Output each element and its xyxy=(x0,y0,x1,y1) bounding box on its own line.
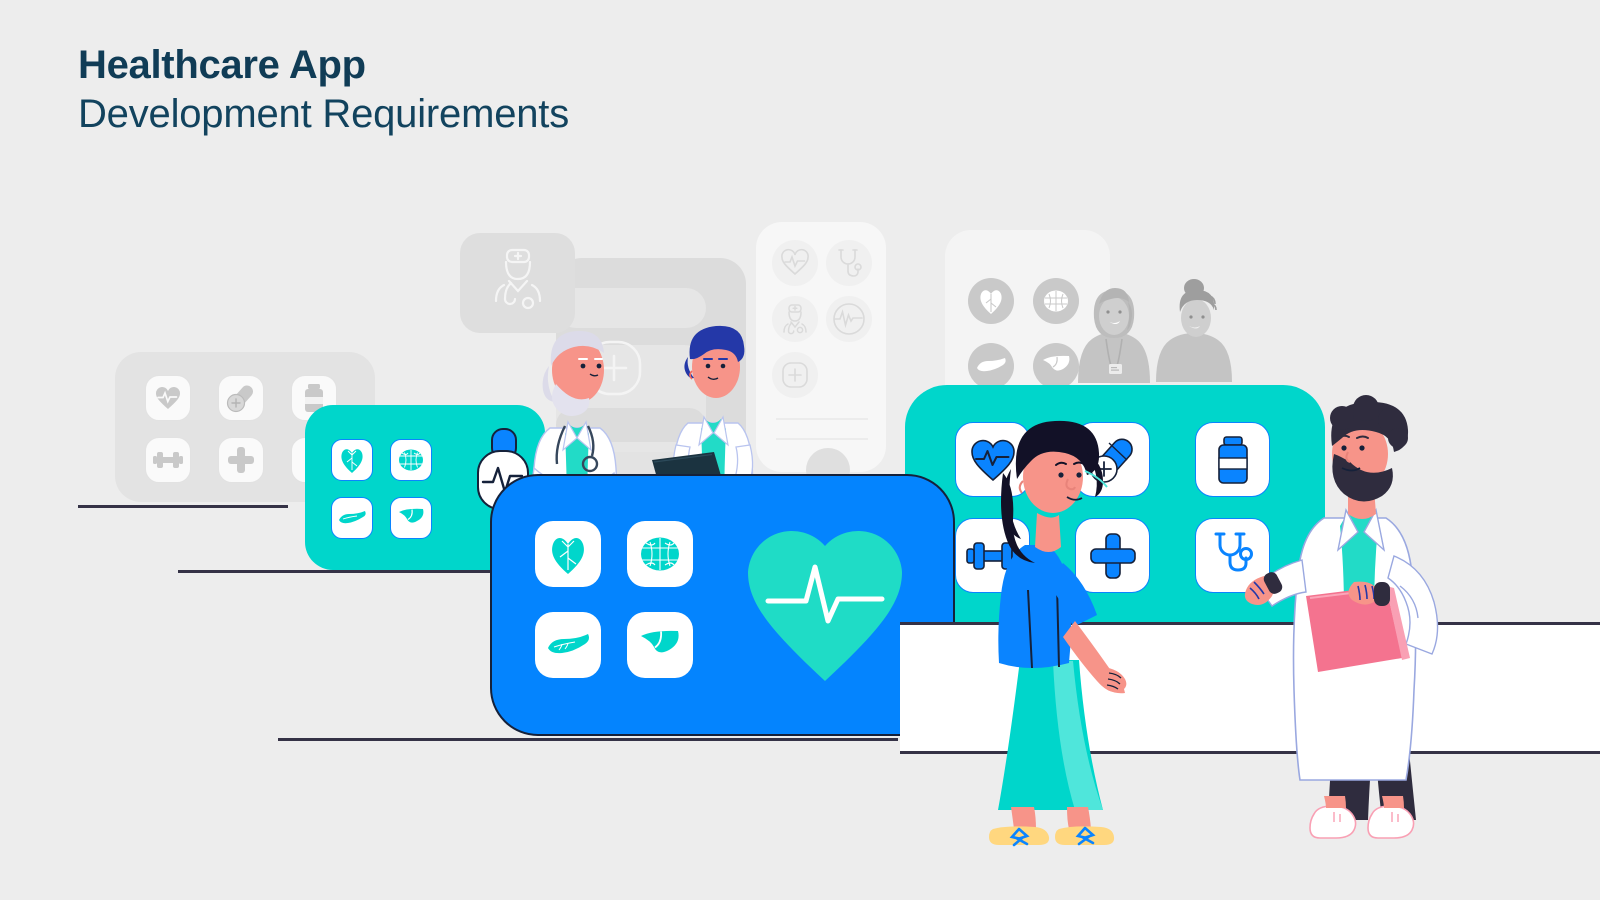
gray-tile-dumbbell xyxy=(145,437,191,483)
pulse-circle-outline-icon xyxy=(826,296,872,342)
stethoscope-outline-icon xyxy=(826,240,872,286)
white-panel-line-1 xyxy=(776,418,868,420)
teal-tile-bottle xyxy=(1195,422,1270,497)
teal-organ-tile-pancreas xyxy=(331,497,373,539)
teal-organ-tile-heart xyxy=(331,439,373,481)
heartbeat-outline-icon xyxy=(772,240,818,286)
gray-tile-heartbeat xyxy=(145,375,191,421)
gray-tile-cross xyxy=(218,437,264,483)
blue-tile-brain xyxy=(627,521,693,587)
blue-tile-heart xyxy=(535,521,601,587)
plus-outline-icon xyxy=(772,352,818,398)
gray-tile-capsule xyxy=(218,375,264,421)
heart-pulse-icon xyxy=(748,530,902,681)
background-nurse xyxy=(1078,288,1150,383)
bearded-doctor xyxy=(1244,395,1439,839)
gray-circ-heart xyxy=(968,278,1014,324)
blue-tile-liver xyxy=(627,612,693,678)
doctor-outline-icon xyxy=(487,245,549,321)
background-person xyxy=(1156,279,1232,382)
blue-tile-pancreas xyxy=(535,612,601,678)
ground-line-3 xyxy=(278,738,898,741)
teal-organ-tile-brain xyxy=(390,439,432,481)
doctor-icon-small xyxy=(772,296,818,342)
illustration-canvas: Healthcare App Development Requirements xyxy=(0,0,1600,900)
title-line-1: Healthcare App xyxy=(78,43,366,87)
gray-circ-pancreas xyxy=(968,343,1014,389)
page-title: Healthcare App Development Requirements xyxy=(78,45,569,139)
patient-woman xyxy=(989,420,1127,847)
teal-organ-tile-liver xyxy=(390,497,432,539)
ground-line-1 xyxy=(78,505,288,508)
title-line-2: Development Requirements xyxy=(78,92,570,136)
white-panel-line-2 xyxy=(776,438,868,440)
